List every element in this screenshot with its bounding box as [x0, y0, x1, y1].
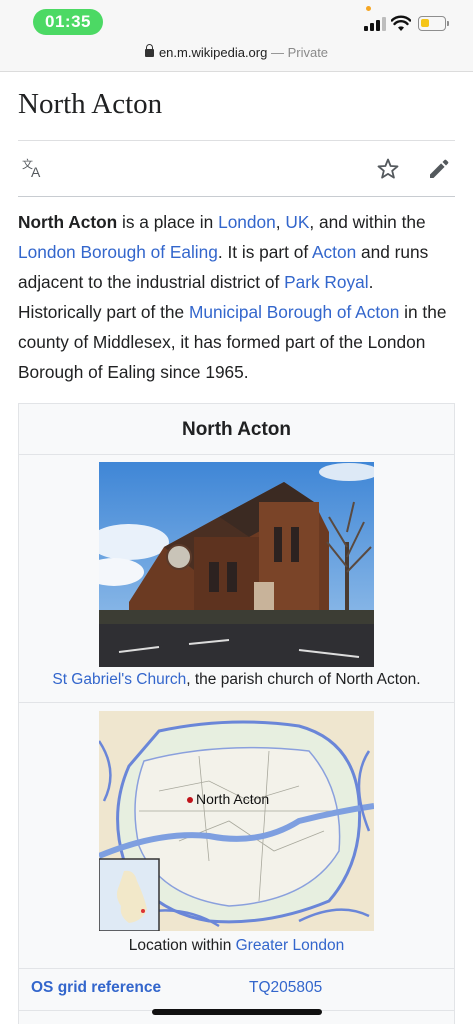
infobox-divider: [19, 702, 454, 703]
address-bar[interactable]: en.m.wikipedia.org — Private: [0, 40, 473, 72]
intro-paragraph: North Acton is a place in London, UK, an…: [18, 207, 458, 387]
church-photo[interactable]: [99, 462, 374, 667]
intro-text: . It is part of: [217, 242, 312, 262]
infobox-divider: [19, 968, 454, 969]
mini-uk-map: [99, 858, 160, 931]
link-park-royal[interactable]: Park Royal: [284, 272, 369, 292]
clock: 01:35: [33, 9, 103, 35]
wifi-icon: [391, 15, 411, 31]
infobox: North Acton St Gabriel's Church, the par…: [18, 403, 455, 1024]
link-acton[interactable]: Acton: [312, 242, 356, 262]
os-grid-reference-label[interactable]: OS grid reference: [31, 979, 161, 997]
intro-bold-title: North Acton: [18, 212, 118, 232]
location-map[interactable]: North Acton: [99, 711, 374, 931]
private-label: — Private: [270, 45, 329, 60]
status-bar: 01:35: [0, 0, 473, 40]
map-caption: Location within Greater London: [19, 935, 454, 957]
intro-text: ,: [275, 212, 286, 232]
toolbar-divider: [18, 196, 455, 197]
lock-icon: [144, 44, 154, 57]
map-label: North Acton: [196, 791, 269, 807]
link-uk[interactable]: UK: [285, 212, 309, 232]
link-greater-london[interactable]: Greater London: [236, 937, 345, 954]
cellular-signal-icon: [364, 17, 386, 31]
infobox-title: North Acton: [19, 404, 454, 455]
map-caption-text: Location within: [128, 937, 236, 954]
link-st-gabriels-church[interactable]: St Gabriel's Church: [52, 671, 186, 688]
home-indicator[interactable]: [152, 1009, 322, 1015]
photo-caption: St Gabriel's Church, the parish church o…: [19, 669, 454, 691]
link-municipal-borough-of-acton[interactable]: Municipal Borough of Acton: [189, 302, 399, 322]
title-divider: [18, 140, 455, 141]
os-grid-reference-value[interactable]: TQ205805: [249, 979, 322, 997]
url-text: en.m.wikipedia.org: [158, 45, 268, 60]
intro-text: is a place in: [117, 212, 219, 232]
privacy-indicator-dot: [366, 6, 371, 11]
battery-level: [421, 19, 429, 27]
pencil-icon[interactable]: [427, 157, 451, 181]
location-marker: [187, 797, 193, 803]
translate-icon[interactable]: 文 A: [22, 157, 46, 179]
link-london[interactable]: London: [218, 212, 276, 232]
photo-caption-text: , the parish church of North Acton.: [186, 671, 421, 688]
star-icon[interactable]: [376, 157, 400, 181]
page-title: North Acton: [18, 88, 163, 120]
intro-text: , and within the: [309, 212, 426, 232]
link-london-borough-of-ealing[interactable]: London Borough of Ealing: [18, 242, 218, 262]
svg-text:A: A: [31, 164, 41, 179]
battery-icon: [418, 16, 449, 31]
